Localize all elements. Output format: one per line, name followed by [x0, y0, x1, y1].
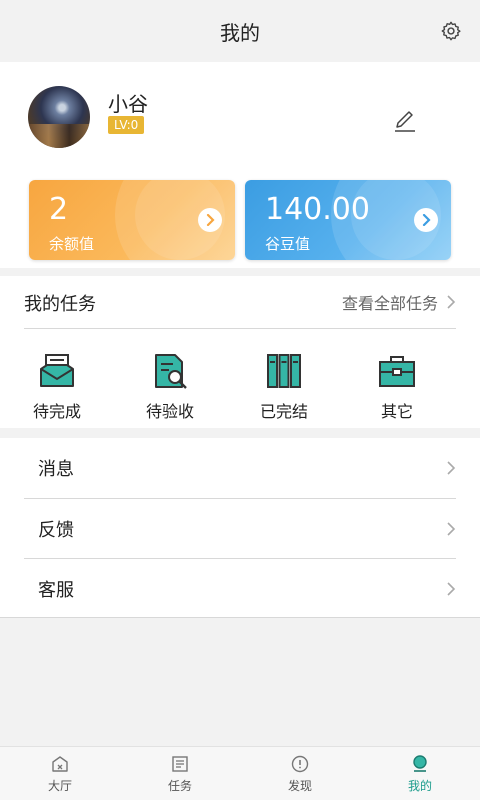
- tab-hall-label: 大厅: [47, 779, 72, 793]
- menu-item-label: 反馈: [38, 520, 74, 541]
- beans-label: 谷豆值: [265, 235, 311, 253]
- tab-mine-label: 我的: [407, 779, 432, 793]
- settings-menu: 消息 反馈 客服: [0, 438, 480, 618]
- tasks-title: 我的任务: [24, 294, 96, 315]
- avatar[interactable]: [28, 86, 90, 148]
- menu-item-customer-service[interactable]: 客服: [24, 559, 456, 619]
- balance-card[interactable]: 2 余额值: [29, 180, 235, 260]
- menu-item-label: 客服: [38, 580, 74, 601]
- binders-icon: [267, 354, 301, 388]
- chevron-right-icon: [447, 461, 456, 475]
- view-all-tasks-label: 查看全部任务: [341, 294, 438, 313]
- tab-hall[interactable]: 大厅: [0, 747, 120, 800]
- view-all-tasks-link[interactable]: 查看全部任务: [342, 290, 456, 314]
- tab-discover[interactable]: 发现: [240, 747, 360, 800]
- divider: [24, 328, 456, 329]
- task-other[interactable]: 其它: [342, 352, 452, 422]
- toolbox-icon: [379, 356, 415, 387]
- divider: [0, 617, 480, 618]
- chevron-right-icon: [447, 522, 456, 536]
- username: 小谷: [108, 92, 148, 116]
- chevron-right-icon[interactable]: [198, 208, 222, 232]
- chevron-right-icon: [447, 295, 456, 309]
- hall-icon: [52, 756, 68, 772]
- task-completed[interactable]: 已完结: [229, 352, 339, 422]
- my-tasks-section: 我的任务 查看全部任务 待完成 待验收 已完结 其它: [0, 276, 480, 428]
- bottom-tab-bar: 大厅 任务 发现 我的: [0, 746, 480, 800]
- task-pending[interactable]: 待完成: [2, 352, 112, 422]
- pencil-icon[interactable]: [392, 108, 418, 134]
- menu-item-label: 消息: [38, 459, 74, 480]
- chevron-right-icon[interactable]: [414, 208, 438, 232]
- task-list-icon: [172, 756, 188, 772]
- document-search-icon: [155, 354, 187, 389]
- task-review-label: 待验收: [145, 402, 194, 421]
- task-completed-label: 已完结: [259, 402, 308, 421]
- profile-icon: [413, 755, 427, 772]
- task-review[interactable]: 待验收: [115, 352, 225, 422]
- profile-section: 小谷 LV:0 2 余额值 140.00 谷豆值: [0, 62, 480, 268]
- chevron-right-icon: [447, 582, 456, 596]
- balance-label: 余额值: [49, 235, 95, 253]
- inbox-document-icon: [40, 354, 74, 387]
- task-pending-label: 待完成: [32, 402, 81, 421]
- level-badge: LV:0: [108, 116, 145, 134]
- page-title: 我的: [220, 20, 260, 45]
- tab-tasks-label: 任务: [167, 779, 192, 793]
- compass-icon: [291, 755, 309, 773]
- beans-value: 140.00: [265, 192, 370, 227]
- balance-value: 2: [49, 192, 69, 227]
- beans-card[interactable]: 140.00 谷豆值: [245, 180, 451, 260]
- tab-tasks[interactable]: 任务: [120, 747, 240, 800]
- top-bar: 我的: [0, 0, 480, 62]
- menu-item-feedback[interactable]: 反馈: [24, 499, 456, 559]
- tab-discover-label: 发现: [287, 779, 312, 793]
- tab-mine[interactable]: 我的: [360, 747, 480, 800]
- gear-icon[interactable]: [440, 20, 462, 42]
- task-other-label: 其它: [380, 402, 413, 421]
- menu-item-messages[interactable]: 消息: [24, 438, 456, 498]
